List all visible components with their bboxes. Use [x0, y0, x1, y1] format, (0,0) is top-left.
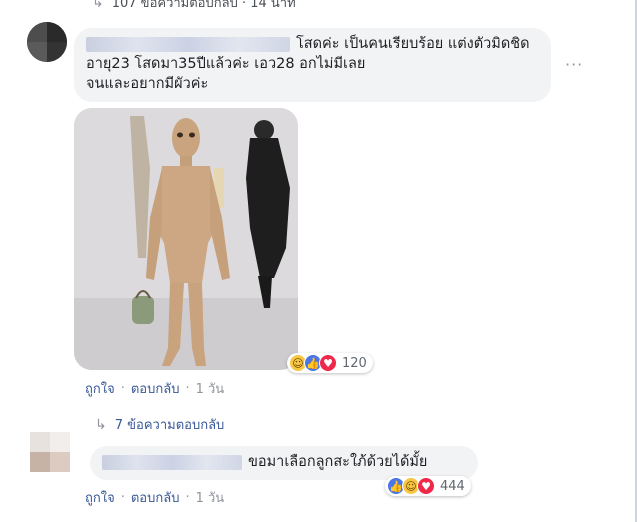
comment-text: อายุ23 โสดมา35ปีแล้วค่ะ เอว28 อกไม่มีเลย: [86, 56, 366, 72]
reply-link[interactable]: ตอบกลับ: [131, 487, 180, 508]
separator: ·: [120, 381, 125, 396]
separator: ·: [185, 381, 190, 396]
top-replies-link[interactable]: ↳ 107 ข้อความตอบกลับ · 14 นาที: [92, 0, 296, 13]
avatar[interactable]: [27, 22, 67, 62]
reply-link[interactable]: ตอบกลับ: [131, 378, 180, 399]
comment-text: ขอมาเลือกลูกสะใภ้ด้วยได้มั้ย: [248, 454, 428, 470]
comment-text: โสดค่ะ เป็นคนเรียบร้อย แต่งตัวมิดชิด: [296, 36, 530, 52]
replies-label: 7 ข้อความตอบกลับ: [114, 418, 225, 433]
more-options-icon[interactable]: ···: [565, 55, 583, 74]
reaction-count: 120: [342, 355, 367, 371]
top-replies-label: 107 ข้อความตอบกลับ · 14 นาที: [111, 0, 296, 11]
separator: ·: [120, 490, 125, 505]
reaction-summary[interactable]: ☺ 👍 ♥ 120: [287, 353, 373, 373]
comment-photo[interactable]: [74, 108, 298, 370]
comment-bubble: โสดค่ะ เป็นคนเรียบร้อย แต่งตัวมิดชิด อาย…: [74, 28, 551, 102]
reply-arrow-icon: ↳: [92, 0, 104, 11]
comment-bubble: ขอมาเลือกลูกสะใภ้ด้วยได้มั้ย: [90, 446, 478, 480]
comment-actions: ถูกใจ · ตอบกลับ · 1 วัน: [85, 378, 224, 399]
view-replies-link[interactable]: ↳ 7 ข้อความตอบกลับ: [95, 414, 224, 435]
separator: ·: [185, 490, 190, 505]
like-link[interactable]: ถูกใจ: [85, 378, 115, 399]
comment-line: โสดค่ะ เป็นคนเรียบร้อย แต่งตัวมิดชิด: [86, 34, 539, 54]
reaction-count: 444: [440, 478, 465, 494]
love-icon: ♥: [417, 477, 435, 495]
author-name-blurred[interactable]: [86, 36, 290, 52]
like-link[interactable]: ถูกใจ: [85, 487, 115, 508]
avatar[interactable]: [30, 432, 70, 472]
author-name-blurred[interactable]: [102, 454, 242, 470]
runway-model-image: [74, 108, 298, 370]
reaction-summary[interactable]: 👍 ☺ ♥ 444: [385, 476, 471, 496]
comment-actions: ถูกใจ · ตอบกลับ · 1 วัน: [85, 487, 224, 508]
love-icon: ♥: [319, 354, 337, 372]
reply-arrow-icon: ↳: [95, 416, 107, 433]
comment-text: จนและอยากมีผัวค่ะ: [86, 76, 209, 92]
timestamp[interactable]: 1 วัน: [196, 378, 225, 399]
timestamp[interactable]: 1 วัน: [196, 487, 225, 508]
